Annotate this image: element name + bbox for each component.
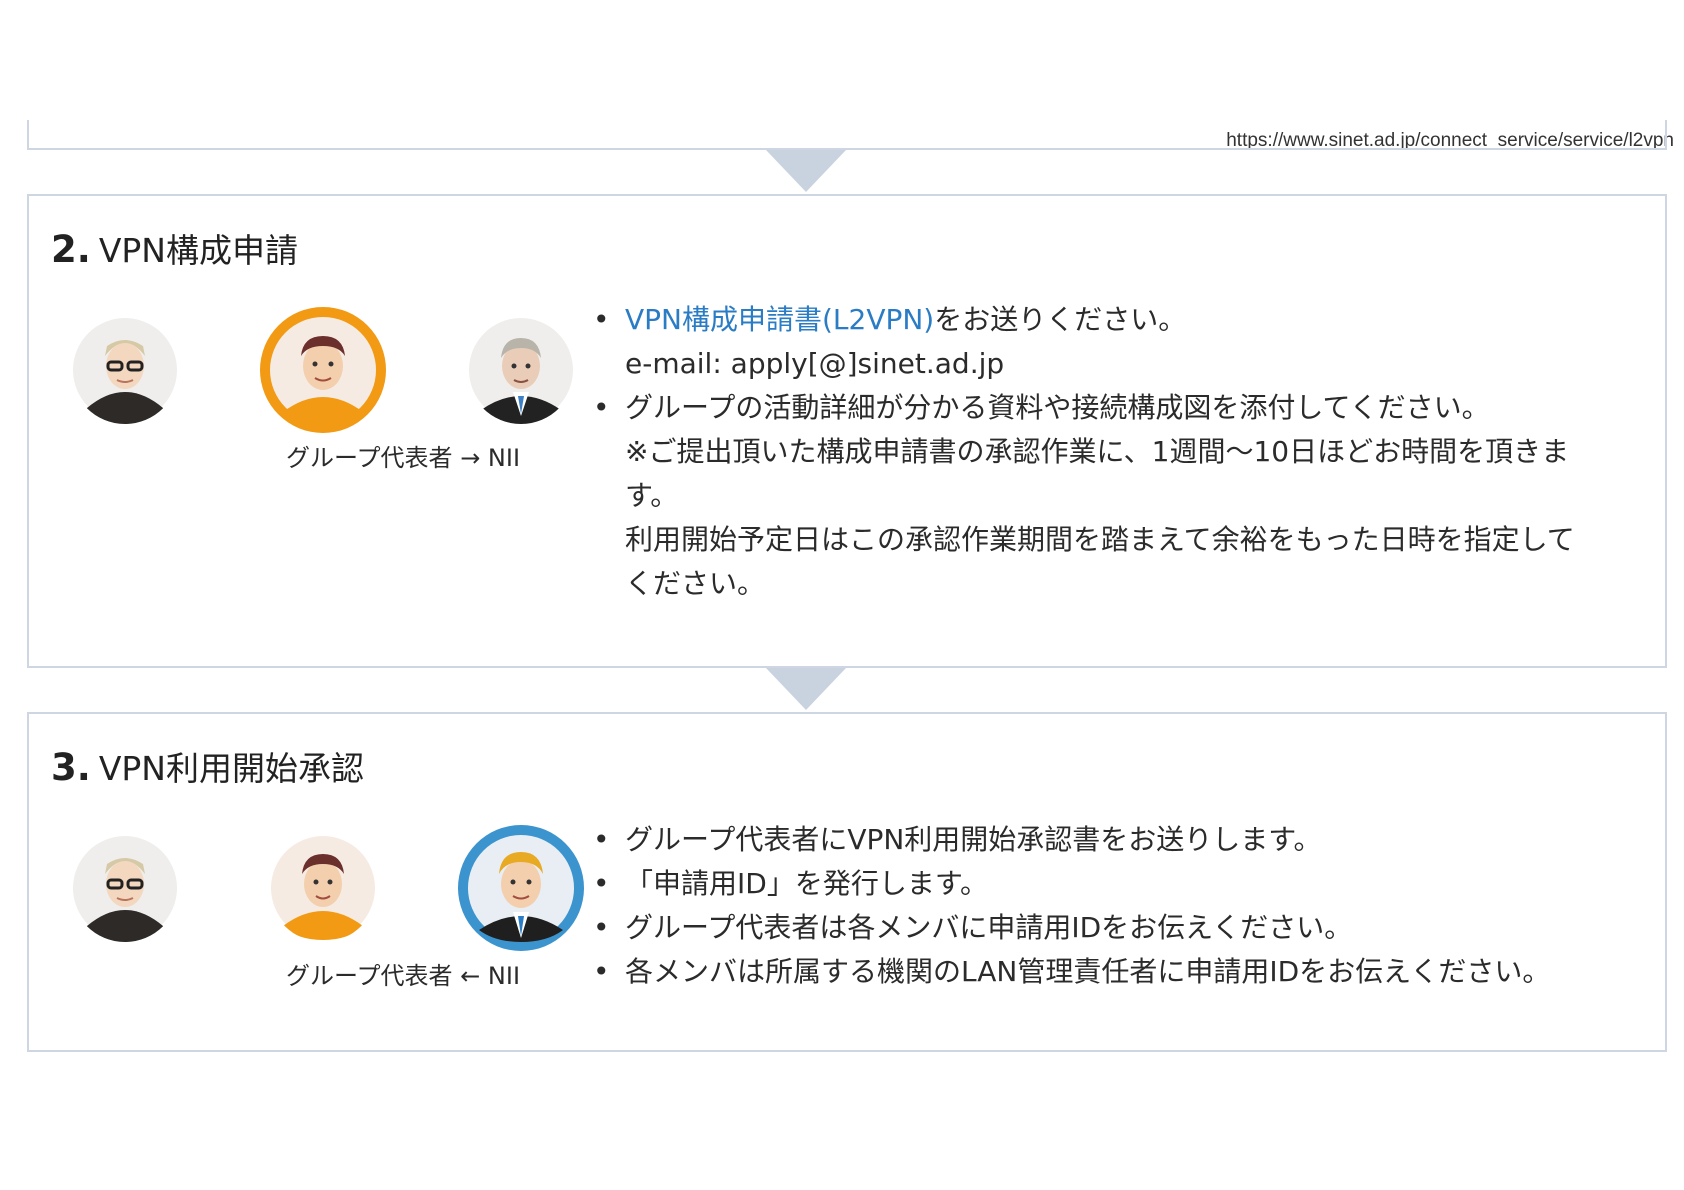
step2-heading: 2. VPN構成申請	[51, 224, 298, 272]
application-form-link[interactable]: VPN構成申請書(L2VPN)	[625, 303, 934, 336]
list-item: グループ代表者にVPN利用開始承認書をお送りします。	[591, 818, 1651, 862]
list-item: グループの活動詳細が分かる資料や接続構成図を添付してください。	[591, 386, 1651, 430]
step2-box: 2.VPN構成申請 グループ代表者 → NII VPN構成申請	[27, 194, 1667, 668]
step2-number: 2.	[51, 228, 91, 271]
list-item: グループ代表者は各メンバに申請用IDをお伝えください。	[591, 906, 1651, 950]
list-item: ※ご提出頂いた構成申請書の承認作業に、1週間〜10日ほどお時間を頂きま	[625, 435, 1570, 468]
list-item: e-mail: apply[@]sinet.ad.jp	[625, 347, 1005, 380]
list-item: 「申請用ID」を発行します。	[591, 862, 1651, 906]
list-item: す。	[625, 479, 679, 512]
list-item: 各メンバは所属する機関のLAN管理責任者に申請用IDをお伝えください。	[591, 950, 1651, 994]
representative-avatar-icon	[271, 836, 375, 940]
member-avatar-icon	[73, 318, 177, 424]
step-connector-arrow	[766, 668, 846, 710]
member-avatar-icon	[73, 836, 177, 942]
step-connector-arrow	[766, 150, 846, 192]
representative-avatar-icon	[260, 307, 386, 433]
step2-flow-caption: グループ代表者 → NII	[286, 444, 521, 472]
step3-box: 3. VPN利用開始承認 グループ代表者 ← NII • グループ代表者にVPN…	[27, 712, 1667, 1052]
step3-heading: 3. VPN利用開始承認	[51, 742, 364, 790]
step3-instruction-list: グループ代表者にVPN利用開始承認書をお送りします。 「申請用ID」を発行します…	[591, 818, 1651, 994]
list-item: 利用開始予定日はこの承認作業期間を踏まえて余裕をもった日時を指定して	[625, 523, 1575, 556]
nii-staff-avatar-icon	[458, 825, 584, 951]
step2-instruction-list: VPN構成申請書(L2VPN)をお送りください。 e-mail: apply[@…	[591, 298, 1651, 606]
nii-staff-avatar-icon	[469, 318, 573, 424]
step3-number: 3.	[51, 746, 91, 789]
step2-title: VPN構成申請	[98, 231, 298, 270]
step3-flow-caption: グループ代表者 ← NII	[286, 962, 521, 990]
previous-step-box	[27, 120, 1667, 150]
step3-title: VPN利用開始承認	[98, 749, 364, 788]
list-item: ください。	[625, 567, 766, 600]
list-item: VPN構成申請書(L2VPN)をお送りください。	[591, 298, 1651, 342]
